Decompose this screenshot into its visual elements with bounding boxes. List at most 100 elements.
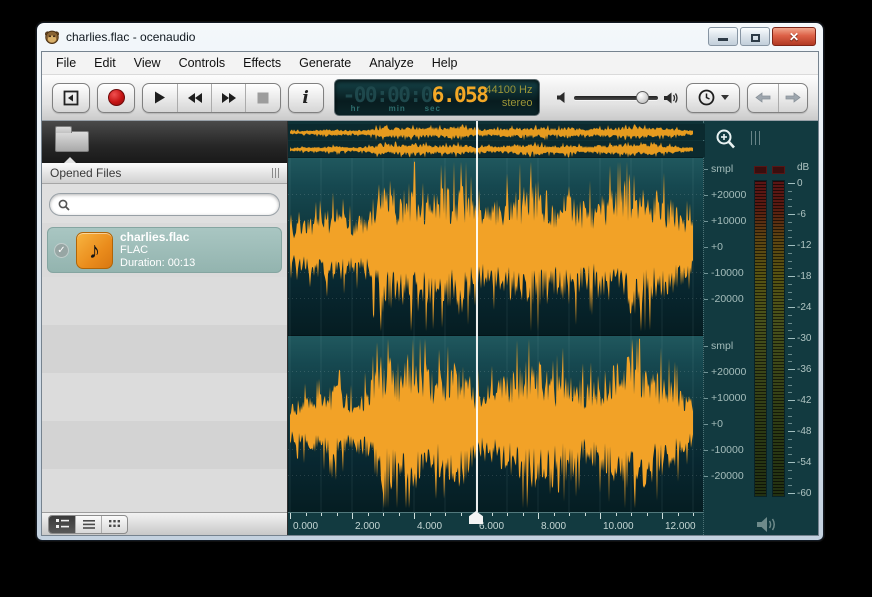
ruler-tick [461,513,462,516]
search-input[interactable] [75,198,271,212]
playhead-cursor[interactable] [476,121,478,512]
transport-group [142,83,281,113]
scale-label: +10000 [711,215,746,227]
db-tick [788,253,792,254]
db-tick [788,354,792,355]
time-ruler[interactable]: 0.0002.0004.0006.0008.00010.00012.000 [288,512,703,535]
back-button[interactable] [748,84,777,112]
menu-effects[interactable]: Effects [234,53,290,73]
fast-forward-button[interactable] [211,84,245,112]
db-tick [788,307,795,308]
right-panel: smpl+20000+10000+0-10000-20000smpl+20000… [703,121,818,535]
file-duration: Duration: 00:13 [120,257,195,270]
file-name: charlies.flac [120,231,195,244]
volume-slider[interactable] [574,96,658,100]
search-box[interactable] [49,193,280,216]
db-tick [788,400,795,401]
scale-label: smpl [711,340,733,352]
volume-high-icon [663,91,679,105]
titlebar[interactable]: charlies.flac - ocenaudio ✕ [37,23,823,50]
db-tick [788,237,792,238]
arrow-right-icon [785,92,801,103]
ruler-label: 4.000 [417,521,442,532]
close-icon: ✕ [789,31,799,43]
db-tick [788,361,792,362]
time-unit-hr: hr [351,104,361,113]
level-meters [748,158,788,512]
volume-knob[interactable] [636,91,649,104]
record-icon [108,89,125,106]
monitor-speaker-icon[interactable] [756,515,778,534]
history-nav-group [747,83,808,113]
play-button[interactable] [143,84,177,112]
time-format-dropdown[interactable] [686,83,740,113]
scale-tick [704,247,708,248]
time-unit-min: min [389,104,406,113]
overview-waveform [288,121,705,158]
play-icon [154,91,166,104]
record-button[interactable] [97,83,135,113]
panel-header[interactable]: Opened Files [42,163,287,184]
scale-label: -20000 [711,293,744,305]
meter-grip-icon[interactable] [751,131,760,145]
db-tick [788,462,795,463]
menu-controls[interactable]: Controls [170,53,235,73]
menu-edit[interactable]: Edit [85,53,125,73]
scale-tick [704,450,708,451]
zoom-in-icon[interactable] [714,128,738,152]
tab-pointer [64,157,76,163]
rewind-icon [187,92,203,104]
close-button[interactable]: ✕ [772,27,816,46]
overview-strip[interactable] [288,121,703,158]
minimize-button[interactable] [708,27,738,46]
go-to-start-button[interactable] [52,83,90,113]
rewind-button[interactable] [177,84,211,112]
ruler-tick [600,513,601,519]
menu-bar: File Edit View Controls Effects Generate… [42,52,818,75]
db-tick [788,323,792,324]
scale-tick [704,476,708,477]
toolbar: i -00:00:06.058 hr min sec 44100 Hz ster… [42,75,818,121]
db-label: 0 [797,178,803,189]
scale-label: -10000 [711,444,744,456]
view-grid-button[interactable] [101,516,127,533]
db-tick [788,439,792,440]
db-tick [788,276,795,277]
sidebar-tab-strip [42,121,287,163]
view-detail-button[interactable] [49,516,75,533]
scale-tick [704,221,708,222]
ruler-tick [445,513,446,516]
menu-view[interactable]: View [125,53,170,73]
clock-icon [698,89,715,106]
menu-help[interactable]: Help [423,53,467,73]
view-list-button[interactable] [75,516,101,533]
waveform-view[interactable] [288,158,703,512]
panel-grip-icon[interactable] [272,168,279,178]
db-tick [788,385,792,386]
audio-file-icon: ♪ [76,232,113,269]
info-button[interactable]: i [288,83,324,113]
ruler-tick [352,513,353,519]
db-tick [788,470,792,471]
fast-forward-icon [221,92,237,104]
channel-mode: stereo [485,97,532,110]
file-list-item[interactable]: ✓ ♪ charlies.flac FLAC Duration: 00:13 [47,227,282,273]
maximize-button[interactable] [740,27,770,46]
menu-generate[interactable]: Generate [290,53,360,73]
db-label: -42 [797,395,811,406]
ruler-tick [383,513,384,516]
file-format: FLAC [120,244,195,257]
stop-button[interactable] [245,84,279,112]
scale-tick [704,195,708,196]
forward-button[interactable] [778,84,807,112]
main-area: Opened Files ✓ ♪ [42,121,818,535]
ruler-tick [368,513,369,516]
opened-files-folder-icon[interactable] [55,131,89,152]
scale-label: +0 [711,418,723,430]
volume-control [556,91,679,105]
info-icon: i [302,88,308,108]
db-tick [788,431,795,432]
menu-analyze[interactable]: Analyze [360,53,422,73]
menu-file[interactable]: File [47,53,85,73]
ruler-tick [306,513,307,516]
